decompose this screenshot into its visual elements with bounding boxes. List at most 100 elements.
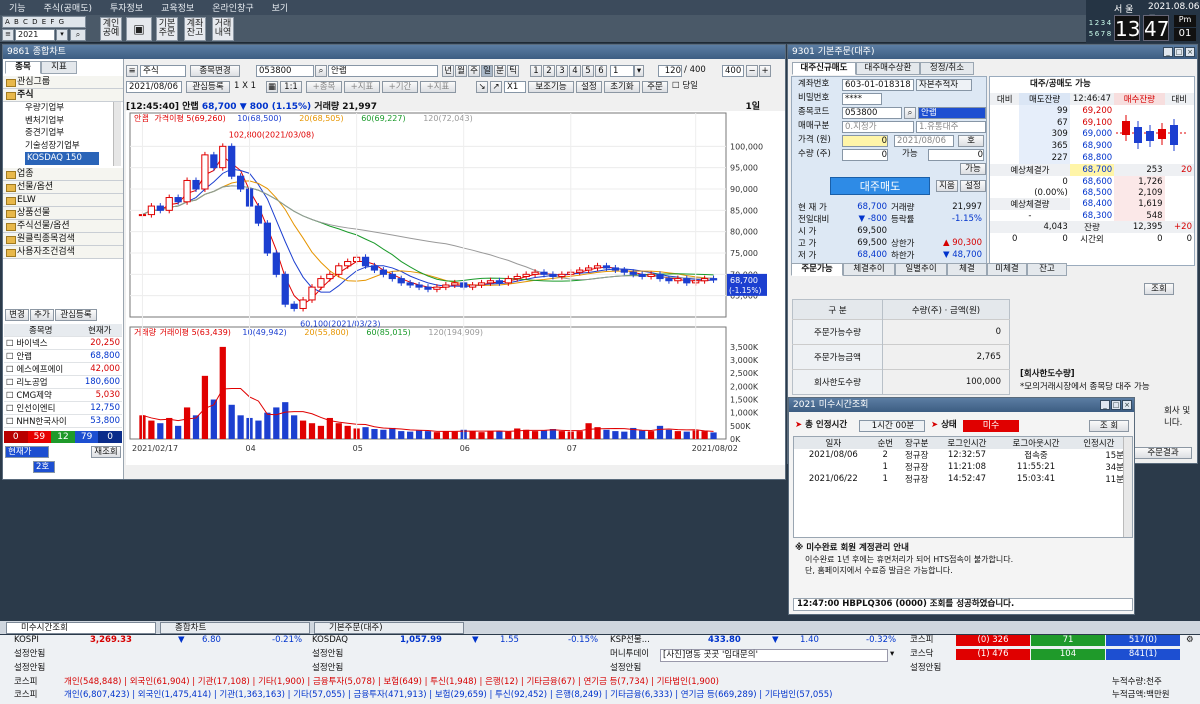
chevron-down-icon[interactable]: ▾ [634,65,644,77]
tab-daily[interactable]: 일별추이 [895,263,947,276]
list-icon[interactable]: ≡ [126,65,138,77]
period-year[interactable]: 년 [442,65,454,77]
tab-orderable[interactable]: 주문가능 [791,263,843,276]
group-elw[interactable]: ELW [3,194,123,207]
tab-short-sell[interactable]: 대주신규매도 [792,62,856,75]
chevron-down-icon[interactable]: ▾ [56,29,68,41]
code-field[interactable]: 053800 [842,107,902,119]
chart-window-title[interactable]: 9861 종합차트 [3,45,785,59]
table-row[interactable]: ☐ NHN한국사이 53,800 [4,414,122,428]
monitor-icon[interactable]: ▣ [126,17,152,41]
group-stockfut[interactable]: 주식선물/옵션 [3,220,123,233]
history-button[interactable]: 거래내역 [212,17,234,41]
order-button[interactable]: 주문 [642,81,668,93]
tab-stock[interactable]: 종목 [5,61,41,74]
date-input[interactable]: 2021/08/06 [126,81,182,93]
bid-row[interactable]: (0.00%) 68,500 2,109 [990,187,1194,198]
curprice-select[interactable]: 현재가 [5,446,49,458]
menu-invest[interactable]: 투자정보 [101,1,152,14]
num-4[interactable]: 4 [569,65,581,77]
tab-exec[interactable]: 체결 [947,263,987,276]
search-icon[interactable]: ⌕ [904,107,916,119]
table-row[interactable]: ☐ 안랩 68,800 [4,349,122,363]
chevron-down-icon[interactable]: ▾ [890,649,894,660]
task-misu[interactable]: 미수시간조회 [6,622,156,634]
account-select[interactable]: 603-01-018318 [842,79,914,91]
tab-trend[interactable]: 체결추이 [843,263,895,276]
table-row[interactable]: ☐ 리노공업 180,600 [4,375,122,389]
num-2[interactable]: 2 [543,65,555,77]
tab-short-cover[interactable]: 대주매수상환 [856,62,920,75]
bid-row[interactable]: 예상체결량 68,400 1,619 [990,198,1194,210]
cond-select[interactable]: 1.유통대주 [916,121,986,133]
refresh-button[interactable]: 재조회 [91,446,121,458]
group-commodity[interactable]: 상품선물 [3,207,123,220]
scrollbar[interactable] [1123,437,1132,537]
group-sector[interactable]: 업종 [3,168,123,181]
register-favorite-button[interactable]: 관심등록 [186,81,230,93]
password-field[interactable]: **** [842,93,882,105]
price-input[interactable]: 0 [842,135,888,147]
ask-row[interactable]: 99 69,200 [990,105,1194,164]
able-button[interactable]: 가능 [960,163,986,175]
add-period-button[interactable]: +기간 [382,81,418,93]
num-3[interactable]: 3 [556,65,568,77]
news-ticker[interactable]: [사진]명동 곳곳 '임대문의' [660,649,888,662]
table-row[interactable]: 2021/08/06 2 정규장 12:32:57 접속중 15분 [794,449,1124,461]
add-indicator2-button[interactable]: +지표 [420,81,456,93]
period-month[interactable]: 월 [455,65,467,77]
menu-online[interactable]: 온라인창구 [203,1,262,14]
add-indicator-button[interactable]: +지표 [344,81,380,93]
table-row[interactable]: ☐ 인선이엔티 12,750 [4,401,122,415]
tab-modify[interactable]: 정정/취소 [920,62,974,75]
arrow-icon[interactable]: ↗ [490,81,502,93]
subitem-selected[interactable]: KOSDAQ 150 [25,152,99,165]
period-day[interactable]: 일 [481,65,493,77]
date-field[interactable]: 2021/08/06 [894,135,954,147]
table-row[interactable]: ☐ CMG제약 5,030 [4,388,122,402]
basic-order-button[interactable]: 기본주문 [156,17,178,41]
qty-input[interactable]: 0 [842,149,888,161]
num-6[interactable]: 6 [595,65,607,77]
menu-view[interactable]: 보기 [263,1,298,14]
count-input[interactable]: 120 [658,65,682,77]
subitem[interactable]: 중견기업부 [25,127,123,140]
inquiry-button[interactable]: 조 회 [1089,420,1129,432]
period-week[interactable]: 주 [468,65,480,77]
aux-button[interactable]: 보조기능 [528,81,574,93]
type-select[interactable]: 주식 [140,65,186,77]
subitem[interactable]: 우량기업부 [25,102,123,115]
subitem[interactable]: 기술성장기업부 [25,140,123,153]
group-favorites[interactable]: 관심그룹 [3,76,123,89]
table-row[interactable]: 1 정규장 11:21:08 11:55:21 34분 [794,461,1124,473]
arrow-icon[interactable]: ↘ [476,81,488,93]
group-futures[interactable]: 선물/옵션 [3,181,123,194]
maximize-icon[interactable]: □ [1174,47,1184,57]
group-stock[interactable]: 주식 [3,89,123,102]
short-sell-button[interactable]: 대주매도 [830,177,930,195]
table-row[interactable]: ☐ 에스에프에이 42,000 [4,362,122,376]
num-1[interactable]: 1 [530,65,542,77]
scrollbar[interactable] [113,102,121,166]
alpha-index-row1[interactable]: A B C D E F G [2,16,86,28]
gear-icon[interactable]: ⚙ [1186,635,1194,646]
layout-toggle[interactable]: 1:1 [280,81,302,93]
settings-button[interactable]: 설정 [576,81,602,93]
tab-indicator[interactable]: 지표 [41,61,77,74]
tab-balance[interactable]: 잔고 [1027,263,1067,276]
add-stock-button[interactable]: +종목 [306,81,342,93]
search-icon[interactable]: ⌕ [315,65,327,77]
plus-button[interactable]: + [759,65,771,77]
close-icon[interactable]: × [1122,400,1132,410]
scale-select[interactable]: X1 [504,81,526,93]
table-row[interactable]: ☐ 바이넥스 20,250 [4,336,122,350]
balance-button[interactable]: 계좌잔고 [184,17,206,41]
today-checkbox[interactable]: ☐ 당일 [672,81,698,92]
menu-func[interactable]: 기능 [0,1,35,14]
task-order[interactable]: 기본주문(대주) [314,622,464,634]
order-result-button[interactable]: 주문결과 [1134,447,1192,459]
trade-select[interactable]: 0.지정가 [842,121,914,133]
clock-pad[interactable]: 1234 5678 [1088,18,1112,40]
group-oneclick[interactable]: 원클릭종목검색 [3,233,123,246]
change-button[interactable]: 변경 [5,309,29,321]
